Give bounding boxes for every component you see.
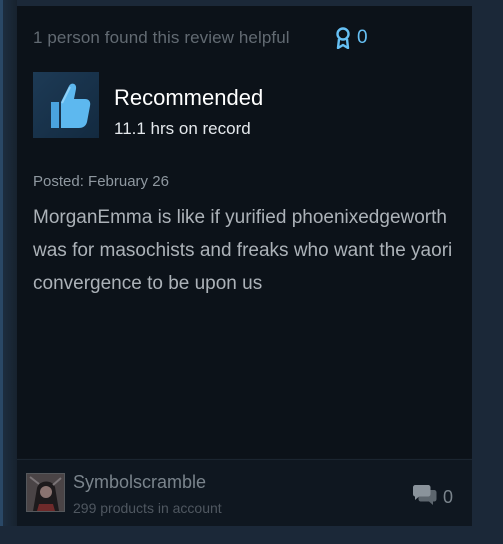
hours-on-record: 11.1 hrs on record bbox=[114, 119, 251, 138]
award-button[interactable]: 0 bbox=[335, 26, 368, 50]
author-products-count: 299 products in account bbox=[73, 500, 222, 516]
award-ribbon-icon bbox=[335, 27, 351, 49]
recommendation-title: Recommended bbox=[114, 85, 264, 110]
avatar[interactable] bbox=[26, 473, 65, 512]
award-count: 0 bbox=[357, 27, 368, 48]
posted-date: Posted: February 26 bbox=[33, 173, 169, 190]
review-card: 1 person found this review helpful 0 Rec… bbox=[17, 6, 472, 527]
helpful-count-text: 1 person found this review helpful bbox=[33, 28, 290, 47]
comment-bubbles-icon bbox=[412, 484, 438, 511]
comments-button[interactable]: 0 bbox=[412, 484, 453, 511]
review-body-panel: 1 person found this review helpful 0 Rec… bbox=[17, 6, 472, 458]
recommendation-thumb[interactable] bbox=[33, 72, 99, 138]
page-background-bottom bbox=[0, 526, 503, 544]
page-background-right bbox=[472, 0, 503, 544]
comment-count: 0 bbox=[443, 487, 454, 507]
left-panel-border bbox=[0, 0, 3, 544]
thumbs-up-icon bbox=[33, 83, 99, 142]
author-name-link[interactable]: Symbolscramble bbox=[73, 472, 206, 493]
review-author-footer: Symbolscramble 299 products in account 0 bbox=[17, 459, 472, 527]
review-text: MorganEmma is like if yurified phoenixed… bbox=[33, 207, 453, 294]
